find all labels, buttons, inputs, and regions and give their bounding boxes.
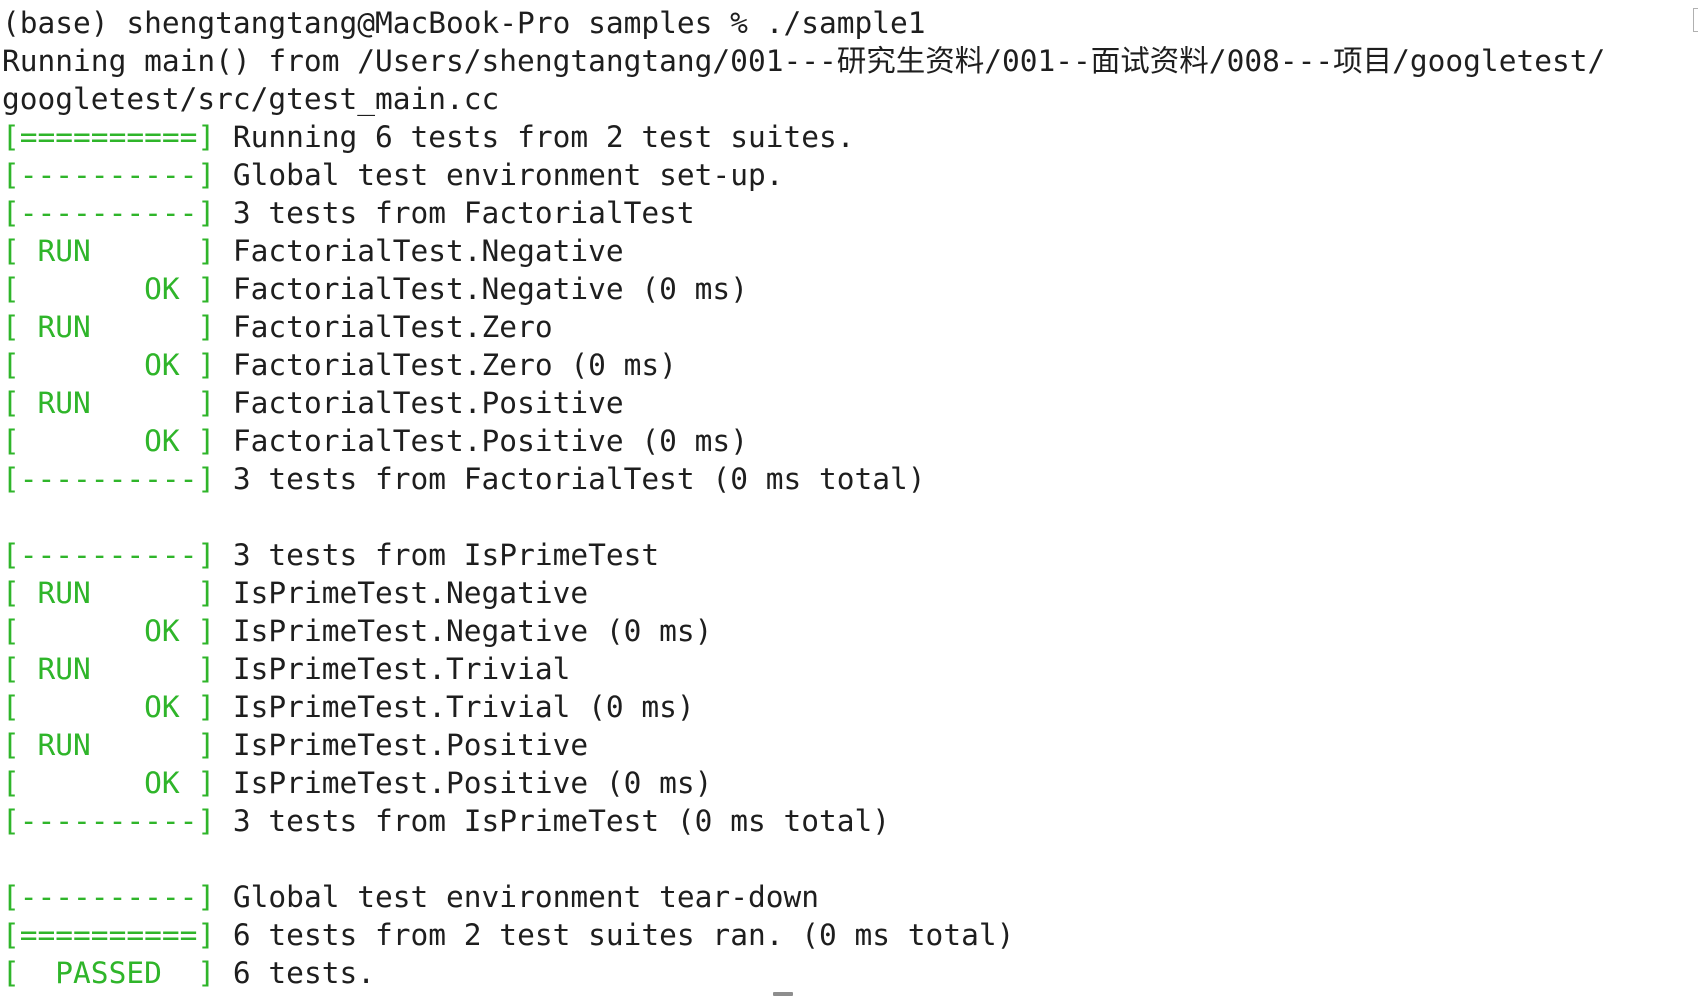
terminal-line: [----------] 3 tests from FactorialTest … (2, 460, 1678, 498)
test-status-tag: [==========] (2, 120, 216, 154)
test-message: IsPrimeTest.Negative (0 ms) (215, 614, 713, 648)
test-status-tag: [----------] (2, 804, 216, 838)
terminal-line: [----------] 3 tests from IsPrimeTest (0… (2, 802, 1678, 840)
test-status-tag: [ OK ] (2, 766, 216, 800)
terminal-line: [==========] Running 6 tests from 2 test… (2, 118, 1678, 156)
test-status-tag: [ OK ] (2, 424, 216, 458)
test-status-tag: [----------] (2, 462, 216, 496)
terminal-line: [ RUN ] IsPrimeTest.Negative (2, 574, 1678, 612)
terminal-output[interactable]: (base) shengtangtang@MacBook-Pro samples… (2, 4, 1678, 992)
terminal-line: [ OK ] IsPrimeTest.Negative (0 ms) (2, 612, 1678, 650)
test-message: Global test environment set-up. (215, 158, 784, 192)
test-message: IsPrimeTest.Negative (215, 576, 589, 610)
test-message: FactorialTest.Positive (0 ms) (215, 424, 748, 458)
terminal-line: [ OK ] FactorialTest.Zero (0 ms) (2, 346, 1678, 384)
test-message: FactorialTest.Positive (215, 386, 624, 420)
terminal-line: [----------] 3 tests from IsPrimeTest (2, 536, 1678, 574)
terminal-line: Running main() from /Users/shengtangtang… (2, 42, 1678, 80)
test-status-tag: [ RUN ] (2, 386, 216, 420)
terminal-line: [ RUN ] FactorialTest.Zero (2, 308, 1678, 346)
test-status-tag: [ OK ] (2, 690, 216, 724)
terminal-line: [ RUN ] FactorialTest.Positive (2, 384, 1678, 422)
test-message: FactorialTest.Zero (215, 310, 553, 344)
test-message: 3 tests from FactorialTest (0 ms total) (215, 462, 926, 496)
test-status-tag: [ PASSED ] (2, 956, 216, 990)
terminal-line: [ RUN ] FactorialTest.Negative (2, 232, 1678, 270)
test-message: 6 tests. (215, 956, 375, 990)
test-message: IsPrimeTest.Positive (215, 728, 589, 762)
test-status-tag: [ RUN ] (2, 576, 216, 610)
test-status-tag: [ OK ] (2, 272, 216, 306)
test-message: 6 tests from 2 test suites ran. (0 ms to… (215, 918, 1015, 952)
terminal-text: googletest/src/gtest_main.cc (2, 82, 500, 116)
test-status-tag: [ RUN ] (2, 310, 216, 344)
terminal-line: [ OK ] FactorialTest.Positive (0 ms) (2, 422, 1678, 460)
terminal-line: googletest/src/gtest_main.cc (2, 80, 1678, 118)
test-status-tag: [----------] (2, 196, 216, 230)
terminal-line: [ OK ] IsPrimeTest.Positive (0 ms) (2, 764, 1678, 802)
test-message: 3 tests from IsPrimeTest (215, 538, 660, 572)
test-message: Running 6 tests from 2 test suites. (215, 120, 855, 154)
terminal-line: [ RUN ] IsPrimeTest.Positive (2, 726, 1678, 764)
test-message: FactorialTest.Negative (215, 234, 624, 268)
test-status-tag: [ RUN ] (2, 652, 216, 686)
test-status-tag: [ RUN ] (2, 728, 216, 762)
terminal-line: [ RUN ] IsPrimeTest.Trivial (2, 650, 1678, 688)
test-status-tag: [----------] (2, 158, 216, 192)
terminal-line: [ OK ] IsPrimeTest.Trivial (0 ms) (2, 688, 1678, 726)
test-message: IsPrimeTest.Trivial (0 ms) (215, 690, 695, 724)
test-message: FactorialTest.Zero (0 ms) (215, 348, 677, 382)
test-status-tag: [==========] (2, 918, 216, 952)
terminal-window[interactable]: (base) shengtangtang@MacBook-Pro samples… (0, 0, 1698, 996)
scrollbar-thumb[interactable] (773, 992, 793, 996)
terminal-line: [----------] Global test environment tea… (2, 878, 1678, 916)
test-message: FactorialTest.Negative (0 ms) (215, 272, 748, 306)
test-message: Global test environment tear-down (215, 880, 819, 914)
test-status-tag: [----------] (2, 880, 216, 914)
terminal-line: [ PASSED ] 6 tests. (2, 954, 1678, 992)
test-message: IsPrimeTest.Positive (0 ms) (215, 766, 713, 800)
terminal-line: [----------] Global test environment set… (2, 156, 1678, 194)
window-edge-marker (1693, 8, 1698, 32)
test-message: IsPrimeTest.Trivial (215, 652, 571, 686)
terminal-line: (base) shengtangtang@MacBook-Pro samples… (2, 4, 1678, 42)
test-status-tag: [ RUN ] (2, 234, 216, 268)
terminal-text: Running main() from /Users/shengtangtang… (2, 44, 1606, 78)
terminal-line: [----------] 3 tests from FactorialTest (2, 194, 1678, 232)
test-message: 3 tests from FactorialTest (215, 196, 695, 230)
test-status-tag: [----------] (2, 538, 216, 572)
terminal-line: [ OK ] FactorialTest.Negative (0 ms) (2, 270, 1678, 308)
terminal-text: (base) shengtangtang@MacBook-Pro samples… (2, 6, 926, 40)
test-status-tag: [ OK ] (2, 614, 216, 648)
test-message: 3 tests from IsPrimeTest (0 ms total) (215, 804, 891, 838)
terminal-line: [==========] 6 tests from 2 test suites … (2, 916, 1678, 954)
test-status-tag: [ OK ] (2, 348, 216, 382)
